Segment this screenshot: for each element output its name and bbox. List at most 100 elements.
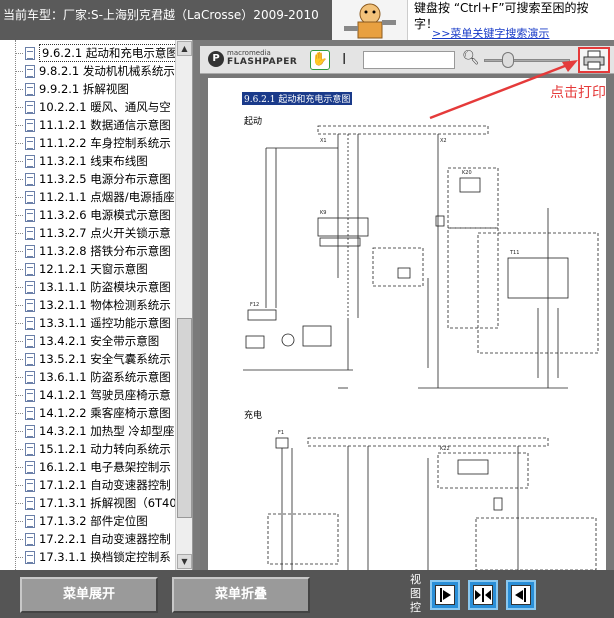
tree-connector xyxy=(15,178,23,180)
tree-item[interactable]: 13.2.1.1 物体检测系统示 xyxy=(15,296,171,314)
tree-item[interactable]: 17.1.3.1 拆解视图（6T40 xyxy=(15,494,175,512)
tree-item-label: 11.3.2.8 搭铁分布示意图 xyxy=(39,244,171,258)
tree-item[interactable]: 16.1.2.1 电子悬架控制示 xyxy=(15,458,171,476)
tree-item-label: 11.3.2.7 点火开关锁示意 xyxy=(39,226,171,240)
tree-item[interactable]: 13.3.1.1 遥控功能示意图 xyxy=(15,314,171,332)
view-control-label: 视图控 xyxy=(410,573,421,614)
split-arrows-icon xyxy=(475,588,491,602)
document-icon xyxy=(25,496,35,510)
menu-expand-button[interactable]: 菜单展开 xyxy=(20,577,158,613)
tree-item-label: 9.9.2.1 拆解视图 xyxy=(39,82,129,96)
tree-connector xyxy=(15,268,23,270)
tree-connector xyxy=(15,340,23,342)
view-split-button[interactable] xyxy=(468,580,498,610)
tree-item[interactable]: 11.3.2.1 线束布线图 xyxy=(15,152,148,170)
tree-item-label: 10.2.2.1 暖风、通风与空 xyxy=(39,100,171,114)
search-demo-link[interactable]: >>菜单关键字搜索演示 xyxy=(432,25,549,41)
tree-item[interactable]: 14.3.2.1 加热型 冷却型座 xyxy=(15,422,174,440)
tree-item-label: 13.3.1.1 遥控功能示意图 xyxy=(39,316,171,330)
tree-connector xyxy=(15,376,23,378)
scroll-down-arrow-icon[interactable]: ▼ xyxy=(177,554,192,569)
tree-connector xyxy=(15,556,23,558)
schematic-page: 9.6.2.1 起动和充电示意图 起动 充电 X1 X2 K9 K20 T11 … xyxy=(208,78,606,570)
document-icon xyxy=(25,226,35,240)
tree-item-label: 14.1.2.1 驾驶员座椅示意 xyxy=(39,388,171,402)
text-select-icon[interactable]: I xyxy=(342,50,346,68)
tree-item[interactable]: 10.2.2.1 暖风、通风与空 xyxy=(15,98,171,116)
svg-text:T11: T11 xyxy=(509,250,519,256)
document-icon xyxy=(25,208,35,222)
tree-item[interactable]: 17.3.1.1 换档锁定控制系 xyxy=(15,548,171,566)
tree-item[interactable]: 11.1.2.1 数据通信示意图 xyxy=(15,116,171,134)
tree-item[interactable]: 9.8.2.1 发动机机械系统示 xyxy=(15,62,175,80)
view-left-button[interactable] xyxy=(506,580,536,610)
tree-item[interactable]: 11.3.2.8 搭铁分布示意图 xyxy=(15,242,171,260)
document-icon xyxy=(25,154,35,168)
tree-connector xyxy=(15,484,23,486)
tree-item[interactable]: 11.3.2.5 电源分布示意图 xyxy=(15,170,171,188)
tree-item[interactable]: 11.3.2.7 点火开关锁示意 xyxy=(15,224,171,242)
document-icon xyxy=(25,100,35,114)
tree-item[interactable]: 11.2.1.1 点烟器/电源插座 xyxy=(15,188,175,206)
tree-scrollbar[interactable]: ▲ ▼ xyxy=(175,40,192,570)
scroll-up-arrow-icon[interactable]: ▲ xyxy=(177,41,192,56)
document-icon xyxy=(25,244,35,258)
tree-item[interactable]: 13.4.2.1 安全带示意图 xyxy=(15,332,159,350)
tree-item[interactable]: 9.9.2.1 拆解视图 xyxy=(15,80,129,98)
tree-connector xyxy=(15,232,23,234)
tree-connector xyxy=(15,250,23,252)
document-icon xyxy=(25,334,35,348)
svg-text:F12: F12 xyxy=(250,302,259,308)
tree-item[interactable]: 17.2.2.1 自动变速器控制 xyxy=(15,530,171,548)
wiring-schematic: X1 X2 K9 K20 T11 F12 F1 K22 xyxy=(243,125,599,570)
tree-connector xyxy=(15,304,23,306)
tree-item[interactable]: 17.1.2.1 自动变速器控制 xyxy=(15,476,171,494)
tree-item-label: 11.3.2.6 电源模式示意图 xyxy=(39,208,171,222)
menu-collapse-button[interactable]: 菜单折叠 xyxy=(172,577,310,613)
tree-item[interactable]: 12.1.2.1 天窗示意图 xyxy=(15,260,148,278)
brand-flashpaper: FLASHPAPER xyxy=(227,57,298,67)
tree-item-label: 11.3.2.1 线束布线图 xyxy=(39,154,148,168)
tree-connector xyxy=(15,142,23,144)
mascot-image xyxy=(332,0,408,40)
tree-item[interactable]: 11.1.2.2 车身控制系统示 xyxy=(15,134,171,152)
view-single-button[interactable] xyxy=(430,580,460,610)
document-icon xyxy=(25,298,35,312)
tree-item[interactable]: 13.5.2.1 安全气囊系统示 xyxy=(15,350,171,368)
document-icon xyxy=(25,190,35,204)
tree-item[interactable]: 13.6.1.1 防盗系统示意图 xyxy=(15,368,171,386)
tree-connector xyxy=(15,286,23,288)
tree-item-label: 17.3.1.1 换档锁定控制系 xyxy=(39,550,171,564)
tree-item[interactable]: 15.1.2.1 动力转向系统示 xyxy=(15,440,171,458)
tree-item-label: 13.1.1.1 防盗模块示意图 xyxy=(39,280,171,294)
arrow-left-icon xyxy=(515,588,526,602)
search-hint-box: 键盘按 “Ctrl+F”可搜索至困的按 字！ >>菜单关键字搜索演示 xyxy=(408,0,614,40)
tree-item-label: 17.1.3.1 拆解视图（6T40 xyxy=(39,496,175,510)
tree-connector xyxy=(15,502,23,504)
bottom-bar: 菜单展开 菜单折叠 视图控 xyxy=(0,570,614,618)
svg-text:X1: X1 xyxy=(320,138,327,144)
tree-connector xyxy=(15,466,23,468)
document-icon xyxy=(25,424,35,438)
svg-text:K20: K20 xyxy=(462,170,472,176)
scroll-thumb[interactable] xyxy=(177,318,192,518)
tree-item[interactable]: 9.6.2.1 起动和充电示意图 xyxy=(15,44,175,62)
tree-item[interactable]: 17.1.3.2 部件定位图 xyxy=(15,512,148,530)
tree-connector xyxy=(15,430,23,432)
tree-item-label: 15.1.2.1 动力转向系统示 xyxy=(39,442,171,456)
document-icon xyxy=(25,406,35,420)
tree-item-label: 17.1.2.1 自动变速器控制 xyxy=(39,478,171,492)
document-icon xyxy=(25,64,35,78)
document-icon xyxy=(25,478,35,492)
tree-item[interactable]: 14.1.2.1 驾驶员座椅示意 xyxy=(15,386,171,404)
tree-item[interactable]: 14.1.2.2 乘客座椅示意图 xyxy=(15,404,171,422)
tree-connector xyxy=(15,106,23,108)
tree-item-label: 17.1.3.2 部件定位图 xyxy=(39,514,148,528)
svg-text:K9: K9 xyxy=(320,210,326,216)
hand-tool-icon[interactable]: ✋ xyxy=(310,50,330,70)
document-icon xyxy=(25,46,35,60)
tree-item[interactable]: 11.3.2.6 电源模式示意图 xyxy=(15,206,171,224)
document-icon xyxy=(25,370,35,384)
tree-item[interactable]: 13.1.1.1 防盗模块示意图 xyxy=(15,278,171,296)
document-icon xyxy=(25,316,35,330)
